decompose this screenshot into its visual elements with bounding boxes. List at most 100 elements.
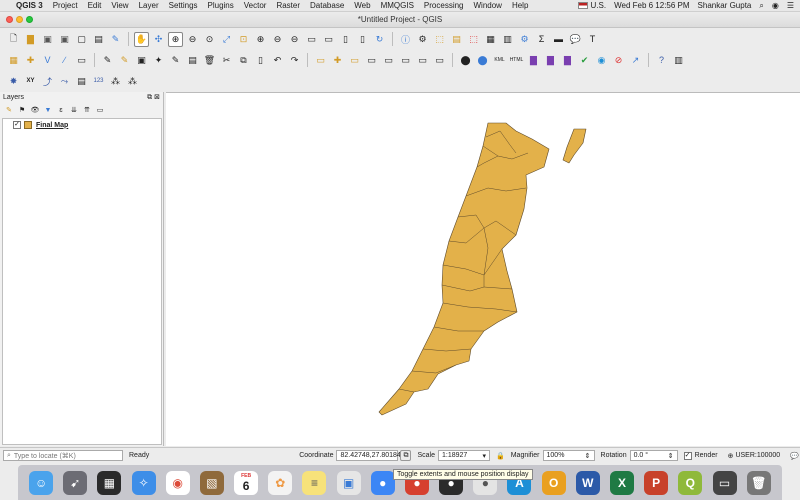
new-project-icon[interactable]: 🗋: [6, 32, 21, 47]
menu-web[interactable]: Web: [354, 1, 370, 10]
python-plugin-icon[interactable]: ⬤: [475, 53, 490, 68]
trash-icon[interactable]: 🗑: [746, 470, 771, 495]
filter-legend-icon[interactable]: ▼: [43, 105, 53, 115]
notification-center-icon[interactable]: ☰: [787, 1, 794, 10]
kml-export-icon[interactable]: KML: [492, 53, 507, 68]
safari-icon[interactable]: ✧: [131, 470, 156, 495]
powerpoint-icon[interactable]: P: [644, 470, 669, 495]
check-geometry-icon[interactable]: ✔: [577, 53, 592, 68]
delete-selected-icon[interactable]: 🗑: [202, 53, 217, 68]
zoom-full-icon[interactable]: ⤢: [219, 32, 234, 47]
add-xy-layer-icon[interactable]: XY: [23, 74, 38, 89]
shape-tools-icon[interactable]: ⁂: [125, 74, 140, 89]
preview-icon[interactable]: ▣: [336, 470, 361, 495]
collapse-all-icon[interactable]: ⇈: [82, 105, 92, 115]
add-group-icon[interactable]: ⚑: [17, 105, 27, 115]
menu-view[interactable]: View: [111, 1, 128, 10]
zoom-in-icon[interactable]: ⊕: [168, 31, 183, 47]
chrome-window-icon[interactable]: ▭: [712, 470, 737, 495]
copy-features-icon[interactable]: ⧉: [236, 53, 251, 68]
select-features-icon[interactable]: ⬚: [432, 32, 447, 47]
magnifier-spinbox[interactable]: 100% ⇕: [542, 450, 595, 461]
menubar-clock[interactable]: Wed Feb 6 12:56 PM: [614, 1, 689, 10]
layout-manager-icon[interactable]: ▤: [91, 32, 106, 47]
outlook-icon[interactable]: O: [541, 470, 566, 495]
field-calculator-icon[interactable]: ▥: [500, 32, 515, 47]
topology-icon[interactable]: ⁂: [108, 74, 123, 89]
menu-settings[interactable]: Settings: [169, 1, 198, 10]
add-line-icon[interactable]: ⤴: [40, 74, 55, 89]
zoom-native-icon[interactable]: ⊙: [202, 32, 217, 47]
menu-plugins[interactable]: Plugins: [208, 1, 234, 10]
chrome-icon[interactable]: ◉: [165, 470, 190, 495]
data-source-manager-icon[interactable]: ▦: [6, 53, 21, 68]
menu-mmqgis[interactable]: MMQGIS: [381, 1, 414, 10]
show-bookmarks-icon[interactable]: ▯: [355, 32, 370, 47]
refresh-icon[interactable]: ↻: [372, 32, 387, 47]
python-console-icon[interactable]: ⬤: [458, 53, 473, 68]
identify-features-icon[interactable]: ⓘ: [398, 32, 413, 47]
lock-scale-icon[interactable]: 🔒: [496, 452, 505, 460]
pan-to-selection-icon[interactable]: ✣: [151, 32, 166, 47]
spotlight-icon[interactable]: ⌕: [759, 1, 763, 11]
georeferencer-icon[interactable]: ✸: [6, 74, 21, 89]
mission-control-icon[interactable]: ▦: [97, 470, 122, 495]
expand-all-icon[interactable]: ⇊: [69, 105, 79, 115]
mmqgis-tool-3-icon[interactable]: ▇: [560, 53, 575, 68]
menubar-user[interactable]: Shankar Gupta: [698, 1, 752, 10]
modify-attributes-icon[interactable]: ▤: [185, 53, 200, 68]
add-vector-layer-icon[interactable]: V: [40, 53, 55, 68]
paste-features-icon[interactable]: ▯: [253, 53, 268, 68]
crs-button[interactable]: USER:100000: [735, 452, 780, 459]
input-source[interactable]: U.S.: [578, 1, 606, 10]
map-tips-icon[interactable]: 💬: [568, 32, 583, 47]
render-checkbox[interactable]: ✓: [683, 451, 692, 460]
statistical-summary-icon[interactable]: Σ: [534, 32, 549, 47]
move-label-icon[interactable]: ▭: [398, 53, 413, 68]
undo-icon[interactable]: ↶: [270, 53, 285, 68]
qgis-icon[interactable]: Q: [678, 470, 703, 495]
open-project-icon[interactable]: ▇: [23, 32, 38, 47]
pan-map-icon[interactable]: ✋: [134, 31, 149, 47]
style-manager-icon[interactable]: ✎: [108, 32, 123, 47]
style-layer-icon[interactable]: ✎: [4, 105, 14, 115]
photo-booth-icon[interactable]: ▧: [199, 470, 224, 495]
pin-labels-icon[interactable]: ▭: [347, 53, 362, 68]
deselect-all-icon[interactable]: ⬚: [466, 32, 481, 47]
new-print-layout-icon[interactable]: ▢: [74, 32, 89, 47]
menu-vector[interactable]: Vector: [244, 1, 267, 10]
measure-line-icon[interactable]: ▬: [551, 32, 566, 47]
save-as-icon[interactable]: ▣: [57, 32, 72, 47]
new-shapefile-layer-icon[interactable]: ✚: [23, 53, 38, 68]
menu-processing[interactable]: Processing: [424, 1, 464, 10]
mmqgis-tool-2-icon[interactable]: ▇: [543, 53, 558, 68]
toggle-editing-icon[interactable]: ✎: [117, 53, 132, 68]
text-annotation-icon[interactable]: T: [585, 32, 600, 47]
new-map-view-icon[interactable]: ▭: [304, 32, 319, 47]
numbering-icon[interactable]: 123: [91, 74, 106, 89]
save-project-icon[interactable]: ▣: [40, 32, 55, 47]
save-edits-icon[interactable]: ▣: [134, 53, 149, 68]
calendar-icon[interactable]: FEB 6: [234, 470, 259, 495]
filter-expression-icon[interactable]: ɛ: [56, 105, 66, 115]
html-export-icon[interactable]: HTML: [509, 53, 524, 68]
add-raster-layer-icon[interactable]: ∕: [57, 53, 72, 68]
menu-raster[interactable]: Raster: [276, 1, 300, 10]
add-wms-layer-icon[interactable]: ▭: [74, 53, 89, 68]
zoom-last-icon[interactable]: ⊖: [270, 32, 285, 47]
close-panel-icon[interactable]: ⊠: [154, 94, 160, 101]
notes-icon[interactable]: ≡: [302, 470, 327, 495]
float-panel-icon[interactable]: ⧉: [147, 94, 152, 101]
rotate-label-icon[interactable]: ▭: [415, 53, 430, 68]
highlight-pinned-icon[interactable]: ▭: [364, 53, 379, 68]
zoom-next-icon[interactable]: ⊖: [287, 32, 302, 47]
open-attribute-table-icon[interactable]: ▦: [483, 32, 498, 47]
toggle-extents-icon[interactable]: ⧉: [400, 450, 412, 461]
zoom-to-selection-icon[interactable]: ⊡: [236, 32, 251, 47]
menu-help[interactable]: Help: [512, 1, 528, 10]
manage-visibility-icon[interactable]: 👁: [30, 105, 40, 115]
zoom-out-icon[interactable]: ⊖: [185, 32, 200, 47]
rotation-spinbox[interactable]: 0.0 ° ⇕: [629, 450, 678, 461]
word-icon[interactable]: W: [575, 470, 600, 495]
metasearch-icon[interactable]: ▥: [671, 53, 686, 68]
